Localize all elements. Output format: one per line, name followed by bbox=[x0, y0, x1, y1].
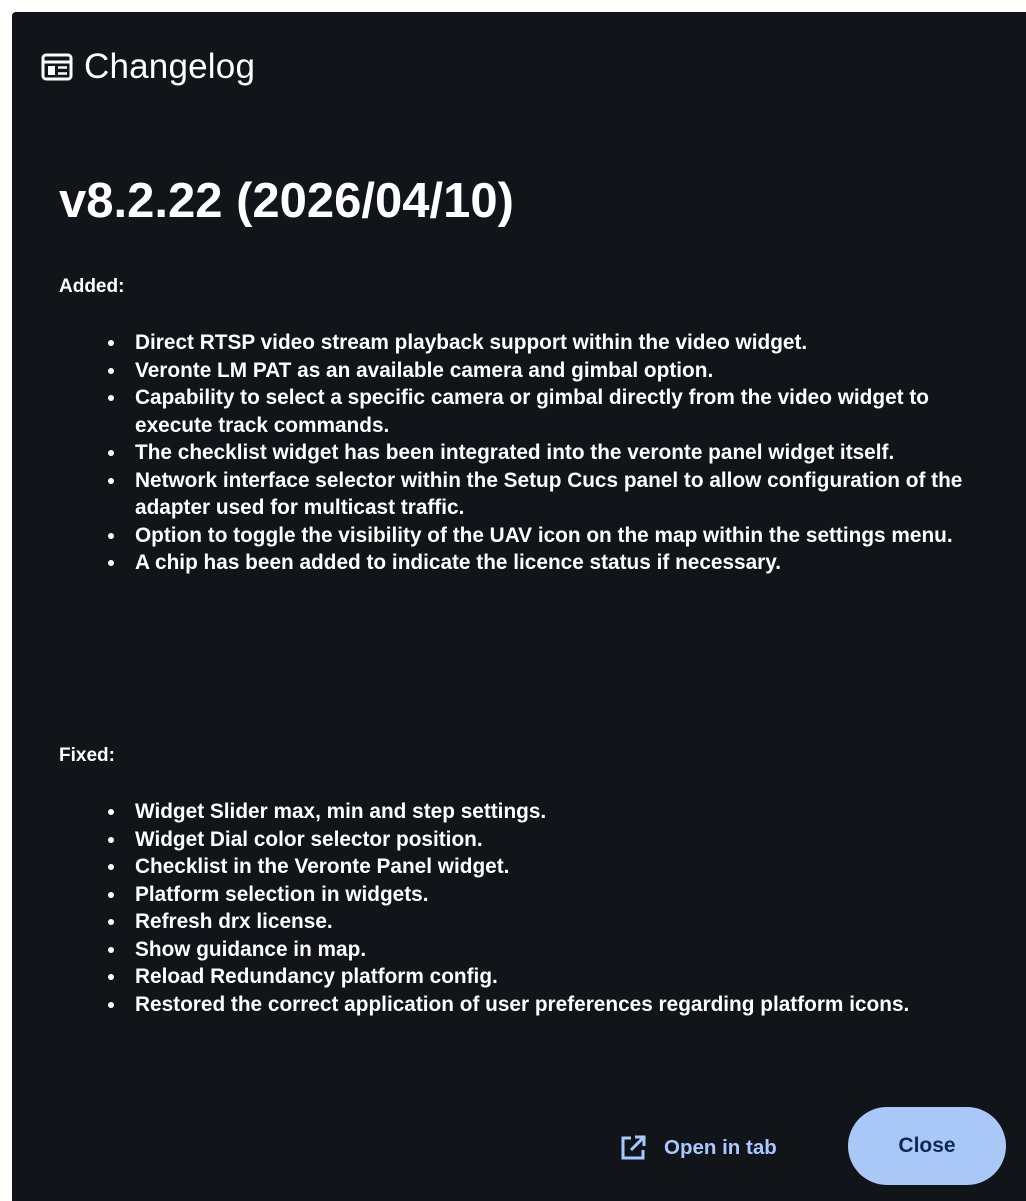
list-item: Restored the correct application of user… bbox=[106, 991, 1006, 1019]
list-item: Show guidance in map. bbox=[106, 936, 1006, 964]
close-button[interactable]: Close bbox=[848, 1107, 1006, 1185]
changelog-content[interactable]: v8.2.22 (2026/04/10) Added: Direct RTSP … bbox=[12, 132, 1026, 1098]
list-item: Network interface selector within the Se… bbox=[106, 467, 1006, 522]
open-in-new-icon bbox=[617, 1132, 649, 1164]
version-title: v8.2.22 (2026/04/10) bbox=[59, 174, 514, 228]
section-label-added: Added: bbox=[59, 276, 125, 297]
section-label-fixed: Fixed: bbox=[59, 745, 115, 766]
list-item: Platform selection in widgets. bbox=[106, 881, 1006, 909]
added-list: Direct RTSP video stream playback suppor… bbox=[106, 329, 1006, 577]
list-item: Option to toggle the visibility of the U… bbox=[106, 522, 1006, 550]
dialog-footer: Open in tab Close bbox=[12, 1098, 1026, 1201]
list-item: Reload Redundancy platform config. bbox=[106, 963, 1006, 991]
changelog-dialog: Changelog v8.2.22 (2026/04/10) Added: Di… bbox=[12, 12, 1026, 1201]
list-item: Direct RTSP video stream playback suppor… bbox=[106, 329, 1006, 357]
list-item: Checklist in the Veronte Panel widget. bbox=[106, 853, 1006, 881]
newspaper-icon bbox=[40, 50, 74, 84]
list-item: Widget Dial color selector position. bbox=[106, 826, 1006, 854]
fixed-list: Widget Slider max, min and step settings… bbox=[106, 798, 1006, 1018]
open-in-tab-label: Open in tab bbox=[664, 1136, 777, 1159]
dialog-title: Changelog bbox=[84, 47, 256, 86]
list-item: A chip has been added to indicate the li… bbox=[106, 549, 1006, 577]
dialog-header: Changelog bbox=[40, 42, 255, 92]
open-in-tab-button[interactable]: Open in tab bbox=[617, 1128, 777, 1168]
list-item: The checklist widget has been integrated… bbox=[106, 439, 1006, 467]
list-item: Refresh drx license. bbox=[106, 908, 1006, 936]
list-item: Capability to select a specific camera o… bbox=[106, 384, 1006, 439]
list-item: Veronte LM PAT as an available camera an… bbox=[106, 357, 1006, 385]
list-item: Widget Slider max, min and step settings… bbox=[106, 798, 1006, 826]
